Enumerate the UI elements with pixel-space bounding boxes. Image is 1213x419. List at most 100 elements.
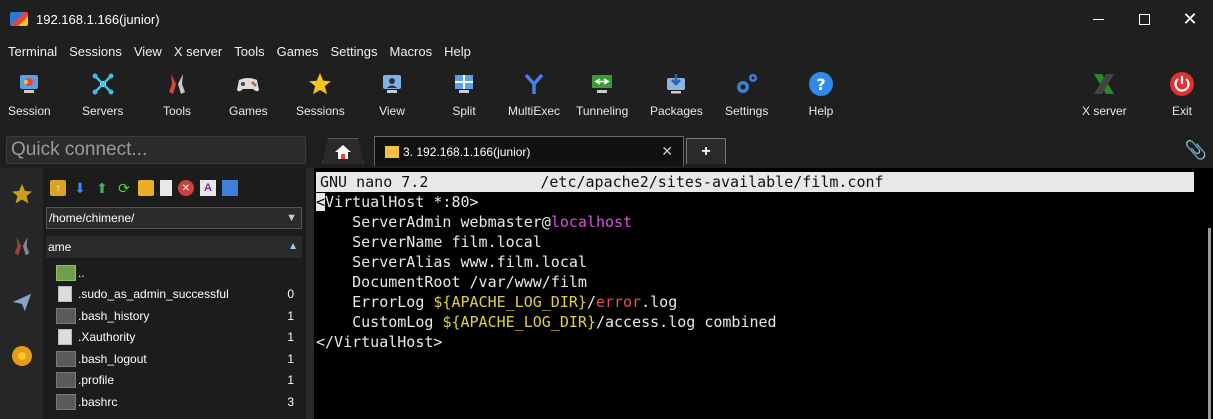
sidebar-tools-icon[interactable] bbox=[8, 232, 36, 260]
split-icon bbox=[450, 70, 478, 98]
file-row[interactable]: .Xauthority 1 bbox=[46, 327, 302, 349]
file-row[interactable]: .bash_history 1 bbox=[46, 305, 302, 327]
xserver-icon bbox=[1090, 70, 1118, 98]
file-icon bbox=[56, 307, 76, 324]
maximize-icon bbox=[1138, 13, 1150, 25]
toolbar-settings-button[interactable]: Settings bbox=[725, 70, 768, 118]
toolbar-view-button[interactable]: View bbox=[378, 70, 406, 118]
parent-folder-icon[interactable]: ↑ bbox=[50, 180, 66, 196]
toolbar-help-button[interactable]: ? Help bbox=[807, 70, 835, 118]
toolbar-session-label: Session bbox=[8, 104, 51, 118]
upload-icon[interactable]: ⬆ bbox=[94, 180, 110, 196]
terminal-view[interactable]: GNU nano 7.2/etc/apache2/sites-available… bbox=[314, 168, 1213, 419]
path-dropdown[interactable]: /home/chimene/ ▼ bbox=[46, 207, 302, 229]
view-icon bbox=[378, 70, 406, 98]
file-row[interactable]: .. bbox=[46, 262, 302, 284]
toolbar-games-button[interactable]: Games bbox=[229, 70, 268, 118]
tunneling-icon bbox=[588, 70, 616, 98]
new-folder-icon[interactable] bbox=[138, 180, 154, 196]
toolbar-session-button[interactable]: Session bbox=[8, 70, 51, 118]
terminal-tab-icon bbox=[385, 145, 399, 158]
rename-icon[interactable]: A bbox=[200, 180, 216, 196]
tools-icon bbox=[163, 70, 191, 98]
toolbar-tunneling-button[interactable]: Tunneling bbox=[576, 70, 628, 118]
file-icon bbox=[58, 329, 72, 346]
toolbar-multiexec-label: MultiExec bbox=[508, 104, 561, 118]
line-text: </VirtualHost> bbox=[316, 333, 443, 351]
file-name: .bash_logout bbox=[78, 351, 147, 366]
file-name: .bashrc bbox=[78, 394, 118, 409]
multiexec-icon bbox=[520, 70, 548, 98]
svg-text:?: ? bbox=[816, 75, 825, 94]
file-toolbar: ↑ ⬇ ⬆ ⟳ ✕ A bbox=[50, 178, 238, 198]
line-text: /access.log combined bbox=[595, 313, 777, 331]
toolbar-sessions-button[interactable]: Sessions bbox=[296, 70, 345, 118]
toolbar-servers-button[interactable]: Servers bbox=[82, 70, 123, 118]
line-text: CustomLog bbox=[316, 313, 443, 331]
menu-view[interactable]: View bbox=[128, 44, 168, 59]
menu-sessions[interactable]: Sessions bbox=[63, 44, 128, 59]
main-toolbar: Session Servers Tools Games Sessions Vie… bbox=[0, 64, 1213, 130]
download-icon[interactable]: ⬇ bbox=[72, 180, 88, 196]
toolbar-split-label: Split bbox=[452, 104, 476, 118]
text-cursor: < bbox=[316, 193, 326, 211]
close-tab-icon[interactable]: ✕ bbox=[661, 143, 673, 160]
file-icon bbox=[56, 393, 76, 410]
maximize-button[interactable] bbox=[1121, 0, 1167, 38]
new-tab-button[interactable]: + bbox=[686, 138, 726, 164]
terminal-scrollbar[interactable] bbox=[1208, 228, 1211, 419]
file-row[interactable]: .bash_logout 1 bbox=[46, 348, 302, 370]
line-text-highlight: ${APACHE_LOG_DIR} bbox=[442, 313, 596, 331]
nano-header: GNU nano 7.2/etc/apache2/sites-available… bbox=[316, 172, 1194, 192]
delete-icon[interactable]: ✕ bbox=[178, 180, 194, 196]
menu-settings[interactable]: Settings bbox=[325, 44, 384, 59]
toolbar-settings-label: Settings bbox=[725, 104, 769, 118]
toolbar-packages-button[interactable]: Packages bbox=[650, 70, 703, 118]
help-icon: ? bbox=[807, 70, 835, 98]
nano-version: GNU nano 7.2 bbox=[320, 173, 429, 191]
save-icon[interactable] bbox=[222, 180, 238, 196]
settings-icon bbox=[733, 70, 761, 98]
home-tab[interactable] bbox=[322, 138, 364, 164]
menu-games[interactable]: Games bbox=[271, 44, 325, 59]
new-file-icon[interactable] bbox=[160, 180, 172, 196]
quick-connect-input[interactable]: Quick connect... bbox=[6, 136, 306, 164]
toolbar-split-button[interactable]: Split bbox=[450, 70, 478, 118]
line-text: DocumentRoot /var/www/film bbox=[316, 273, 587, 291]
line-text-highlight: localhost bbox=[550, 213, 633, 231]
toolbar-tools-button[interactable]: Tools bbox=[163, 70, 191, 118]
file-icon bbox=[56, 350, 76, 367]
file-list: .. .sudo_as_admin_successful 0 .bash_his… bbox=[46, 262, 302, 413]
toolbar-help-label: Help bbox=[808, 104, 834, 118]
menu-tools[interactable]: Tools bbox=[228, 44, 270, 59]
refresh-icon[interactable]: ⟳ bbox=[116, 180, 132, 196]
menu-help[interactable]: Help bbox=[438, 44, 477, 59]
line-text-highlight: ${APACHE_LOG_DIR} bbox=[433, 293, 587, 311]
tab-row: Quick connect... 3. 192.168.1.166(junior… bbox=[0, 132, 1213, 167]
menu-terminal[interactable]: Terminal bbox=[0, 44, 63, 59]
menu-macros[interactable]: Macros bbox=[383, 44, 438, 59]
menu-x-server[interactable]: X server bbox=[168, 44, 228, 59]
file-icon bbox=[58, 286, 72, 303]
paperclip-icon[interactable]: 📎 bbox=[1185, 140, 1207, 161]
panel-splitter[interactable] bbox=[306, 168, 314, 419]
sidebar-sftp-icon[interactable] bbox=[8, 288, 36, 316]
toolbar-multiexec-button[interactable]: MultiExec bbox=[508, 70, 560, 118]
name-column-header[interactable]: ame ▲ bbox=[46, 236, 302, 258]
sidebar-macros-icon[interactable] bbox=[8, 342, 36, 370]
toolbar-games-label: Games bbox=[229, 104, 268, 118]
toolbar-xserver-button[interactable]: X server bbox=[1082, 70, 1127, 118]
packages-icon bbox=[662, 70, 690, 98]
file-name: .. bbox=[78, 265, 85, 280]
minimize-button[interactable] bbox=[1075, 0, 1121, 38]
file-row[interactable]: .bashrc 3 bbox=[46, 391, 302, 413]
file-row[interactable]: .profile 1 bbox=[46, 370, 302, 392]
line-text: VirtualHost *:80> bbox=[325, 193, 479, 211]
toolbar-packages-label: Packages bbox=[650, 104, 703, 118]
session-tab[interactable]: 3. 192.168.1.166(junior) ✕ bbox=[374, 136, 684, 166]
sidebar-sessions-star-icon[interactable] bbox=[8, 180, 36, 208]
sftp-file-browser: ↑ ⬇ ⬆ ⟳ ✕ A /home/chimene/ ▼ ame ▲ .. .s… bbox=[44, 168, 306, 419]
file-row[interactable]: .sudo_as_admin_successful 0 bbox=[46, 284, 302, 306]
close-window-button[interactable]: ✕ bbox=[1167, 0, 1213, 38]
toolbar-exit-button[interactable]: Exit bbox=[1168, 70, 1196, 118]
